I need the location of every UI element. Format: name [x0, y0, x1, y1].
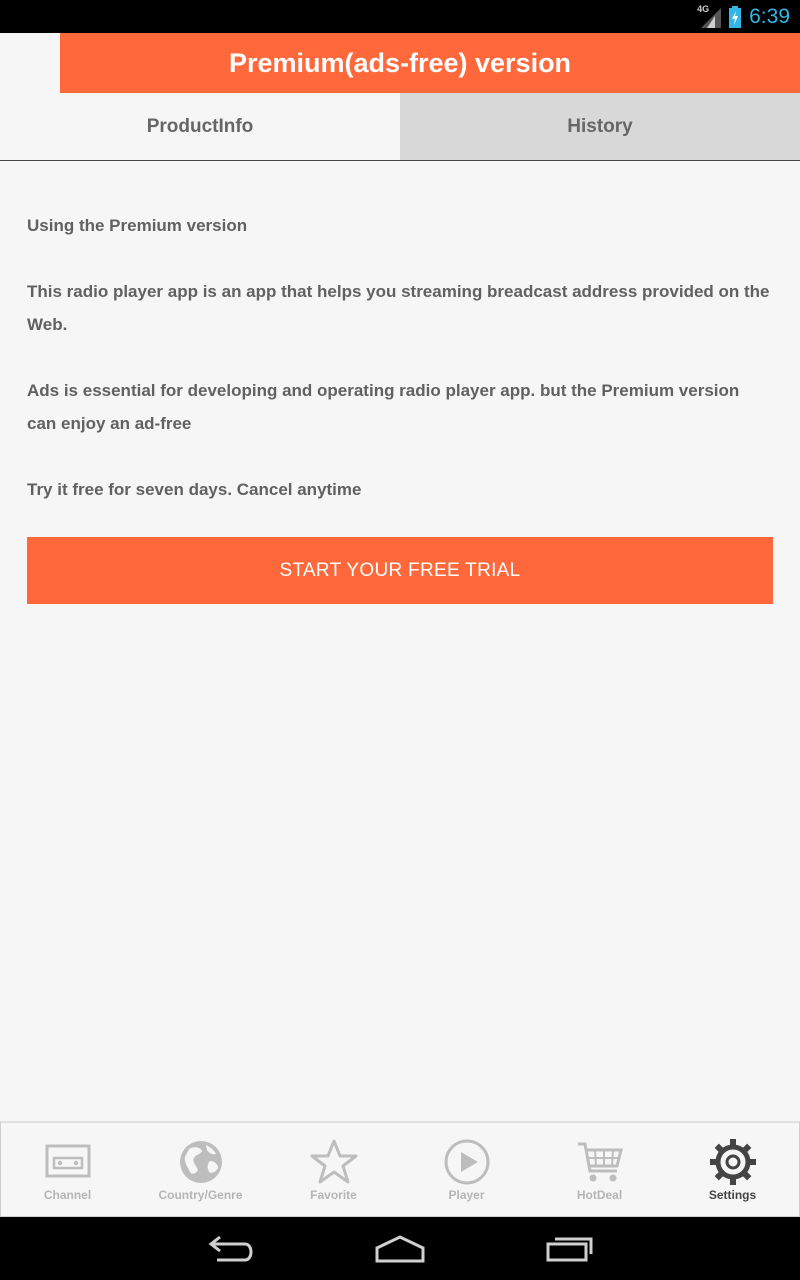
cart-icon — [577, 1142, 623, 1182]
paragraph-trial-info: Try it free for seven days. Cancel anyti… — [27, 480, 362, 499]
nav-item-settings[interactable]: Settings — [666, 1123, 799, 1216]
clock: 6:39 — [749, 4, 790, 28]
home-button[interactable] — [365, 1229, 435, 1269]
paragraph-heading: Using the Premium version — [27, 216, 248, 235]
nav-label: Favorite — [310, 1188, 357, 1202]
home-icon — [375, 1234, 425, 1262]
nav-label: HotDeal — [576, 1188, 623, 1202]
product-info-content: Using the Premium version This radio pla… — [0, 161, 800, 1121]
nav-item-favorite[interactable]: Favorite — [267, 1123, 400, 1216]
nav-item-hotdeal[interactable]: HotDeal — [533, 1123, 666, 1216]
app-header: Premium(ads-free) version — [0, 33, 800, 93]
gear-icon — [709, 1139, 756, 1185]
recents-icon — [546, 1237, 593, 1261]
network-type: 4G — [697, 3, 710, 14]
paragraph-ads: Ads is essential for developing and oper… — [27, 381, 740, 433]
nav-item-channel[interactable]: Channel — [1, 1123, 134, 1216]
tab-bar: ProductInfo History — [0, 93, 800, 161]
nav-label: Player — [448, 1188, 485, 1202]
nav-label: Channel — [43, 1188, 92, 1202]
star-icon — [310, 1139, 357, 1184]
play-icon — [444, 1139, 489, 1185]
back-icon — [208, 1235, 253, 1261]
header-bar: Premium(ads-free) version — [60, 33, 800, 93]
nav-label: Settings — [708, 1188, 757, 1202]
tab-history[interactable]: History — [400, 93, 800, 160]
battery-icon — [729, 5, 742, 28]
status-bar: 4G 6:39 — [0, 0, 800, 33]
nav-item-player[interactable]: Player — [400, 1123, 533, 1216]
recents-button[interactable] — [535, 1229, 605, 1269]
back-button[interactable] — [195, 1229, 265, 1269]
bottom-nav: Channel Country/Genre Favorite Player Ho… — [0, 1121, 800, 1217]
globe-icon — [179, 1141, 222, 1183]
system-nav-bar — [0, 1217, 800, 1280]
start-free-trial-button[interactable]: START YOUR FREE TRIAL — [27, 537, 773, 604]
nav-item-country-genre[interactable]: Country/Genre — [134, 1123, 267, 1216]
paragraph-description: This radio player app is an app that hel… — [27, 282, 770, 334]
page-title: Premium(ads-free) version — [228, 47, 572, 78]
signal-icon: 4G — [697, 3, 722, 28]
nav-label: Country/Genre — [158, 1188, 243, 1202]
tab-productinfo[interactable]: ProductInfo — [0, 93, 400, 160]
radio-icon — [45, 1144, 90, 1178]
